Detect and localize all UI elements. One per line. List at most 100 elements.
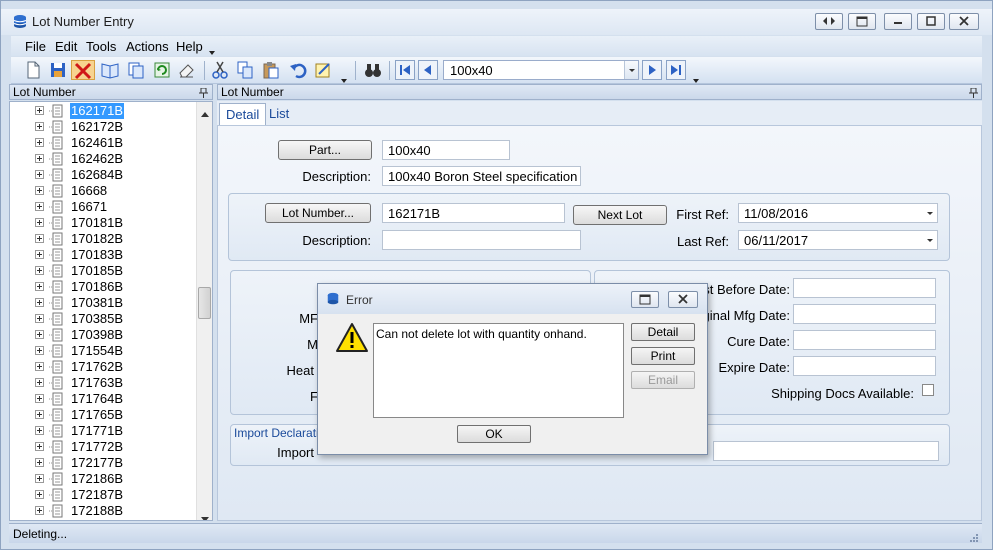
tree-row[interactable]: 170182B bbox=[10, 231, 198, 247]
tree-row[interactable]: 171554B bbox=[10, 343, 198, 359]
expand-icon[interactable] bbox=[35, 282, 44, 291]
tree-row[interactable]: 172187B bbox=[10, 487, 198, 503]
first-ref-field[interactable]: 11/08/2016 bbox=[738, 203, 938, 223]
pin-icon[interactable] bbox=[969, 87, 978, 101]
part-combo[interactable]: 100x40 bbox=[443, 60, 639, 80]
tree-row[interactable]: 162172B bbox=[10, 119, 198, 135]
email-button[interactable]: Email bbox=[631, 371, 695, 389]
dialog-close-button[interactable] bbox=[668, 291, 698, 308]
lot-description-field[interactable] bbox=[382, 230, 581, 250]
menu-file[interactable]: File bbox=[25, 39, 46, 54]
part-field[interactable]: 100x40 bbox=[382, 140, 510, 160]
tree-row[interactable]: 170185B bbox=[10, 263, 198, 279]
expand-icon[interactable] bbox=[35, 474, 44, 483]
expand-icon[interactable] bbox=[35, 506, 44, 515]
expand-icon[interactable] bbox=[35, 410, 44, 419]
chevron-down-icon[interactable] bbox=[923, 204, 937, 222]
tree-row[interactable]: 170186B bbox=[10, 279, 198, 295]
menu-overflow-icon[interactable] bbox=[209, 44, 215, 58]
paste-icon[interactable] bbox=[261, 60, 281, 80]
tree-row[interactable]: 171764B bbox=[10, 391, 198, 407]
tree-row[interactable]: 162684B bbox=[10, 167, 198, 183]
tree-row[interactable]: 172188B bbox=[10, 503, 198, 519]
expand-icon[interactable] bbox=[35, 106, 44, 115]
best-before-field[interactable] bbox=[793, 278, 936, 298]
resize-grip-icon[interactable] bbox=[969, 532, 979, 546]
tree-row[interactable]: 171772B bbox=[10, 439, 198, 455]
first-record-icon[interactable] bbox=[395, 60, 415, 80]
expand-icon[interactable] bbox=[35, 346, 44, 355]
tree-row[interactable]: 162171B bbox=[10, 103, 198, 119]
new-document-icon[interactable] bbox=[23, 60, 43, 80]
original-mfg-field[interactable] bbox=[793, 304, 936, 324]
detail-button[interactable]: Detail bbox=[631, 323, 695, 341]
expand-icon[interactable] bbox=[35, 266, 44, 275]
tab-list[interactable]: List bbox=[263, 103, 295, 125]
tree-row[interactable]: 172186B bbox=[10, 471, 198, 487]
expand-icon[interactable] bbox=[35, 186, 44, 195]
chevron-down-icon[interactable] bbox=[624, 61, 638, 79]
tab-detail[interactable]: Detail bbox=[219, 103, 267, 125]
tree-row[interactable]: 171771B bbox=[10, 423, 198, 439]
tree-row[interactable]: 170385B bbox=[10, 311, 198, 327]
next-record-icon[interactable] bbox=[642, 60, 662, 80]
expand-icon[interactable] bbox=[35, 122, 44, 131]
dialog-options-button[interactable] bbox=[631, 291, 659, 308]
shipping-docs-checkbox[interactable] bbox=[922, 384, 934, 396]
menu-tools[interactable]: Tools bbox=[86, 39, 116, 54]
undo-icon[interactable] bbox=[288, 60, 308, 80]
lot-number-field[interactable]: 162171B bbox=[382, 203, 565, 223]
refresh-icon[interactable] bbox=[152, 60, 172, 80]
menu-help[interactable]: Help bbox=[176, 39, 203, 54]
binoculars-icon[interactable] bbox=[363, 60, 383, 80]
tree-row[interactable]: 170381B bbox=[10, 295, 198, 311]
menu-edit[interactable]: Edit bbox=[55, 39, 77, 54]
expand-icon[interactable] bbox=[35, 298, 44, 307]
edit-note-icon[interactable] bbox=[313, 60, 333, 80]
tree-row[interactable]: 170398B bbox=[10, 327, 198, 343]
close-button[interactable] bbox=[949, 13, 979, 30]
expand-icon[interactable] bbox=[35, 362, 44, 371]
pin-icon[interactable] bbox=[199, 87, 208, 101]
last-ref-field[interactable]: 06/11/2017 bbox=[738, 230, 938, 250]
expand-icon[interactable] bbox=[35, 234, 44, 243]
delete-icon[interactable] bbox=[71, 60, 95, 80]
save-icon[interactable] bbox=[48, 60, 68, 80]
restore-layout-button[interactable] bbox=[815, 13, 843, 30]
tree-row[interactable]: 16668 bbox=[10, 183, 198, 199]
expand-icon[interactable] bbox=[35, 490, 44, 499]
print-button[interactable]: Print bbox=[631, 347, 695, 365]
lot-number-tree[interactable]: 162171B 162172B 162461B 162462B 162684B 16668… bbox=[9, 101, 213, 521]
minimize-button[interactable] bbox=[884, 13, 912, 30]
expand-icon[interactable] bbox=[35, 458, 44, 467]
expand-icon[interactable] bbox=[35, 138, 44, 147]
tree-row[interactable]: 170183B bbox=[10, 247, 198, 263]
ok-button[interactable]: OK bbox=[457, 425, 531, 443]
tree-scrollbar[interactable] bbox=[196, 102, 212, 520]
maximize-button[interactable] bbox=[917, 13, 945, 30]
tree-row[interactable]: 162461B bbox=[10, 135, 198, 151]
expand-icon[interactable] bbox=[35, 250, 44, 259]
expand-icon[interactable] bbox=[35, 378, 44, 387]
part-button[interactable]: Part... bbox=[278, 140, 372, 160]
expire-date-field[interactable] bbox=[793, 356, 936, 376]
next-lot-button[interactable]: Next Lot bbox=[573, 205, 667, 225]
expand-icon[interactable] bbox=[35, 314, 44, 323]
expand-icon[interactable] bbox=[35, 170, 44, 179]
scroll-down-icon[interactable] bbox=[201, 511, 209, 520]
cure-date-field[interactable] bbox=[793, 330, 936, 350]
tree-row[interactable]: 170181B bbox=[10, 215, 198, 231]
cut-icon[interactable] bbox=[210, 60, 230, 80]
expand-icon[interactable] bbox=[35, 202, 44, 211]
expand-icon[interactable] bbox=[35, 330, 44, 339]
window-options-button[interactable] bbox=[848, 13, 876, 30]
book-icon[interactable] bbox=[100, 60, 120, 80]
expand-icon[interactable] bbox=[35, 394, 44, 403]
expand-icon[interactable] bbox=[35, 154, 44, 163]
expand-icon[interactable] bbox=[35, 218, 44, 227]
scroll-up-icon[interactable] bbox=[201, 106, 209, 120]
eraser-icon[interactable] bbox=[177, 60, 197, 80]
tree-row[interactable]: 171762B bbox=[10, 359, 198, 375]
lot-number-button[interactable]: Lot Number... bbox=[265, 203, 371, 223]
copy-record-icon[interactable] bbox=[126, 60, 146, 80]
